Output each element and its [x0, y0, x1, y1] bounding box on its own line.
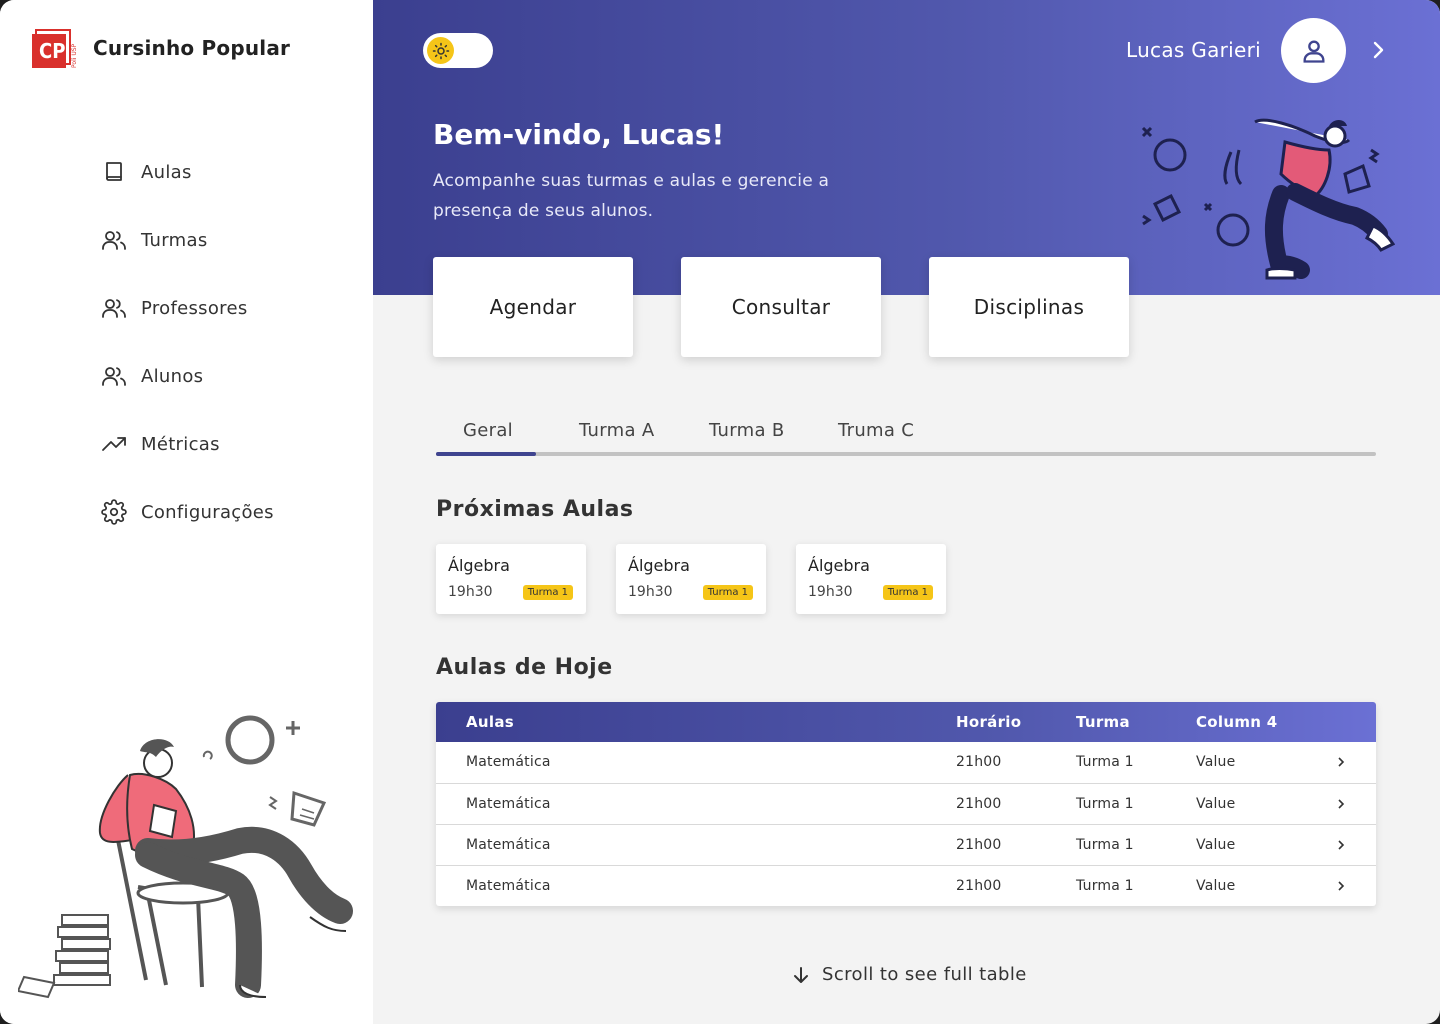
arrow-down-icon	[794, 966, 808, 983]
table-row[interactable]: Matemática 21h00 Turma 1 Value	[436, 742, 1376, 783]
tab-turma-a[interactable]: Turma A	[579, 420, 654, 441]
chevron-right-icon[interactable]	[1334, 837, 1348, 853]
cell-aula: Matemática	[466, 796, 551, 812]
card-subject: Álgebra	[448, 556, 510, 575]
upcoming-class-card[interactable]: Álgebra 19h30 Turma 1	[616, 544, 766, 614]
today-classes-table: Aulas Horário Turma Column 4 Matemática …	[436, 702, 1376, 906]
cell-value: Value	[1196, 878, 1236, 894]
cell-turma: Turma 1	[1076, 837, 1134, 853]
user-icon	[1303, 40, 1324, 63]
cell-horario: 21h00	[956, 796, 1002, 812]
theme-toggle[interactable]	[423, 33, 493, 68]
table-body: Matemática 21h00 Turma 1 Value Matemátic…	[436, 742, 1376, 906]
jumping-person-illustration	[1141, 118, 1395, 280]
table-header: Aulas Horário Turma Column 4	[436, 702, 1376, 742]
sidebar-item-professores[interactable]: Professores	[100, 274, 274, 342]
cell-turma: Turma 1	[1076, 878, 1134, 894]
sidebar-item-label: Métricas	[141, 433, 220, 455]
brand-name: Cursinho Popular	[93, 36, 291, 60]
sidebar-item-turmas[interactable]: Turmas	[100, 206, 274, 274]
sidebar: CP Poli USP Cursinho Popular Aulas Turma…	[0, 0, 373, 1024]
class-badge: Turma 1	[522, 585, 573, 600]
svg-text:CP: CP	[39, 39, 65, 63]
table-row[interactable]: Matemática 21h00 Turma 1 Value	[436, 824, 1376, 865]
cell-horario: 21h00	[956, 878, 1002, 894]
brand-logo: CP Poli USP	[32, 29, 78, 68]
app-window: CP Poli USP Cursinho Popular Aulas Turma…	[0, 0, 1440, 1024]
cell-value: Value	[1196, 796, 1236, 812]
sun-icon	[427, 37, 454, 64]
table-row[interactable]: Matemática 21h00 Turma 1 Value	[436, 783, 1376, 824]
upcoming-class-card[interactable]: Álgebra 19h30 Turma 1	[436, 544, 586, 614]
chevron-right-icon[interactable]	[1368, 38, 1388, 62]
tab-turma-b[interactable]: Turma B	[709, 420, 785, 441]
today-section-title: Aulas de Hoje	[436, 655, 613, 680]
chevron-right-icon[interactable]	[1334, 878, 1348, 894]
tab-bar: Geral Turma A Turma B Truma C	[436, 416, 1376, 456]
svg-text:Poli USP: Poli USP	[71, 43, 78, 68]
sidebar-item-label: Configurações	[141, 501, 274, 523]
cell-aula: Matemática	[466, 754, 551, 770]
column-header-column-4[interactable]: Column 4	[1196, 713, 1278, 731]
sidebar-item-alunos[interactable]: Alunos	[100, 342, 274, 410]
sidebar-item-label: Professores	[141, 297, 248, 319]
welcome-subtitle: Acompanhe suas turmas e aulas e gerencie…	[433, 171, 830, 221]
card-subject: Álgebra	[808, 556, 870, 575]
tab-truma-c[interactable]: Truma C	[838, 420, 914, 441]
welcome-title: Bem-vindo, Lucas!	[433, 118, 725, 151]
column-header-horario[interactable]: Horário	[956, 713, 1021, 731]
tab-geral[interactable]: Geral	[463, 420, 513, 441]
sidebar-item-metricas[interactable]: Métricas	[100, 410, 274, 478]
tab-active-indicator	[436, 452, 536, 456]
action-card-consultar[interactable]: Consultar	[681, 257, 881, 357]
cell-value: Value	[1196, 754, 1236, 770]
card-time: 19h30	[808, 584, 853, 600]
users-icon	[100, 362, 128, 390]
table-row[interactable]: Matemática 21h00 Turma 1 Value	[436, 865, 1376, 906]
chevron-right-icon[interactable]	[1334, 796, 1348, 812]
card-time: 19h30	[448, 584, 493, 600]
scroll-hint-label: Scroll to see full table	[822, 964, 1027, 985]
user-name: Lucas Garieri	[1125, 38, 1261, 62]
cell-value: Value	[1196, 837, 1236, 853]
upcoming-section-title: Próximas Aulas	[436, 497, 634, 522]
user-avatar[interactable]	[1281, 18, 1346, 83]
users-icon	[100, 226, 128, 254]
card-time: 19h30	[628, 584, 673, 600]
cell-horario: 21h00	[956, 837, 1002, 853]
cell-horario: 21h00	[956, 754, 1002, 770]
cell-aula: Matemática	[466, 837, 551, 853]
upcoming-class-card[interactable]: Álgebra 19h30 Turma 1	[796, 544, 946, 614]
cell-turma: Turma 1	[1076, 754, 1134, 770]
sidebar-nav: Aulas Turmas Professores Alunos Métricas…	[100, 138, 274, 546]
sidebar-item-configuracoes[interactable]: Configurações	[100, 478, 274, 546]
cell-aula: Matemática	[466, 878, 551, 894]
column-header-turma[interactable]: Turma	[1076, 713, 1130, 731]
book-icon	[100, 158, 128, 186]
sidebar-item-label: Turmas	[141, 229, 208, 251]
class-badge: Turma 1	[702, 585, 753, 600]
cell-turma: Turma 1	[1076, 796, 1134, 812]
sidebar-item-label: Alunos	[141, 365, 204, 387]
hero-header: Lucas Garieri Bem-vindo, Lucas! Acompanh…	[373, 0, 1440, 295]
sidebar-item-aulas[interactable]: Aulas	[100, 138, 274, 206]
users-icon	[100, 294, 128, 322]
chevron-right-icon[interactable]	[1334, 754, 1348, 770]
trending-up-icon	[100, 430, 128, 458]
reading-person-illustration	[18, 715, 353, 999]
gear-icon	[100, 498, 128, 526]
class-badge: Turma 1	[882, 585, 933, 600]
sidebar-item-label: Aulas	[141, 161, 192, 183]
tab-track	[436, 452, 1376, 456]
card-subject: Álgebra	[628, 556, 690, 575]
action-card-agendar[interactable]: Agendar	[433, 257, 633, 357]
column-header-aulas[interactable]: Aulas	[466, 713, 514, 731]
action-card-disciplinas[interactable]: Disciplinas	[929, 257, 1129, 357]
scroll-hint[interactable]: Scroll to see full table	[792, 964, 1027, 985]
